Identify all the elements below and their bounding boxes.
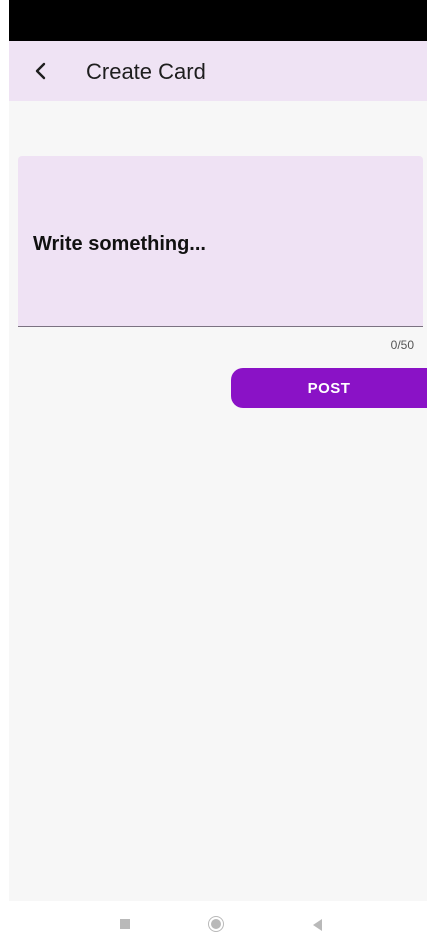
app-bar: Create Card [9, 41, 427, 101]
card-text-field[interactable]: Write something... [18, 156, 423, 327]
back-triangle-icon[interactable] [313, 919, 322, 931]
phone-screen: Create Card Write something... 0/50 POST [9, 0, 427, 937]
home-circle-icon[interactable] [208, 916, 224, 932]
chevron-left-icon [35, 62, 46, 80]
card-text-value: Write something... [33, 233, 206, 255]
back-button[interactable] [23, 53, 59, 89]
character-counter: 0/50 [390, 338, 414, 352]
system-navigation-bar [9, 901, 427, 937]
page-title: Create Card [86, 59, 206, 84]
home-dot-icon [211, 919, 221, 929]
post-button[interactable]: POST [231, 368, 427, 408]
recents-square-icon[interactable] [120, 919, 130, 929]
status-bar [9, 0, 427, 41]
